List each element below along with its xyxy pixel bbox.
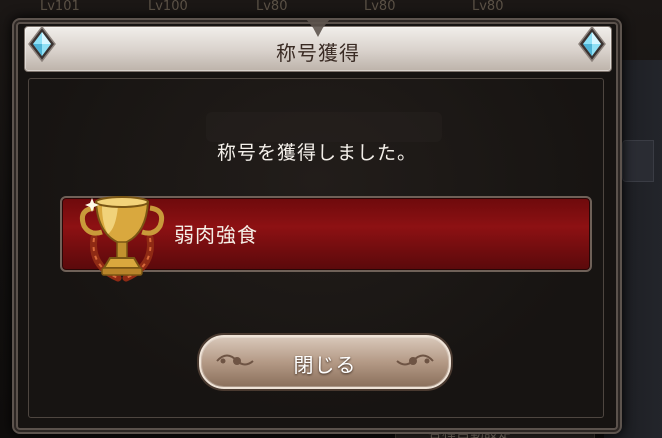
background-level: Lv80 [364, 0, 396, 14]
background-level: Lv80 [472, 0, 504, 14]
background-side-button [622, 140, 654, 182]
close-button[interactable]: 閉じる [199, 335, 451, 389]
acquired-title-name: 弱肉強食 [174, 223, 258, 247]
diamond-gem-icon [578, 26, 606, 62]
diamond-gem-icon [28, 26, 56, 62]
title-ornament [306, 19, 330, 37]
acquired-message: 称号を獲得しました。 [216, 142, 417, 164]
background-level-row: Lv101 Lv100 Lv80 Lv80 Lv80 [0, 0, 662, 16]
background-level: Lv101 [40, 0, 80, 14]
background-level: Lv100 [148, 0, 188, 14]
dialog-title-bar: 称号獲得 [24, 19, 612, 72]
dialog-title: 称号獲得 [276, 41, 360, 65]
trophy-icon [79, 196, 165, 282]
ornament-icon [396, 354, 434, 366]
title-acquired-dialog: 称号獲得 称号を獲得しました。 弱肉強食 閉じる [12, 18, 622, 434]
background-level: Lv80 [256, 0, 288, 14]
game-screen: Lv101 Lv100 Lv80 Lv80 Lv80 各種自動設定 称号獲得 称… [0, 0, 662, 438]
